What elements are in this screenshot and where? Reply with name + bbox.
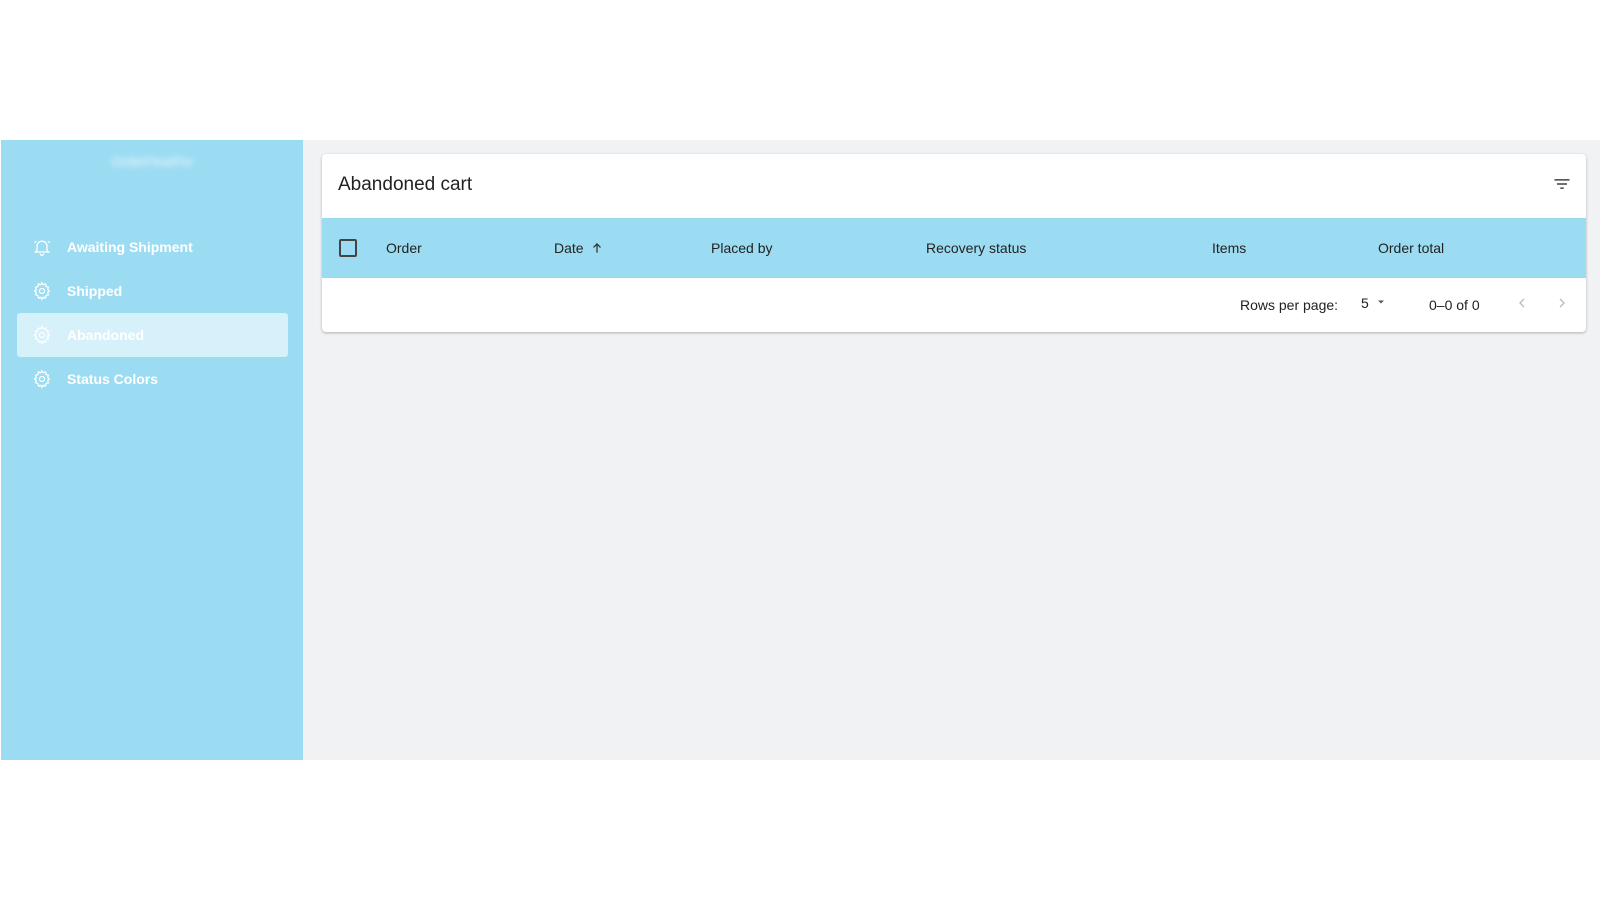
- app-window: OrderFlowPro Awaiting Shipment Shipped A…: [1, 140, 1600, 760]
- arrow-up-icon: [590, 241, 604, 255]
- sidebar-item-label: Abandoned: [67, 327, 144, 343]
- page-title: Abandoned cart: [338, 174, 473, 195]
- main-content: Abandoned cart Order Date Placed by Reco…: [303, 140, 1600, 760]
- column-header-placed-by[interactable]: Placed by: [711, 218, 772, 278]
- sidebar-item-shipped[interactable]: Shipped: [17, 269, 288, 313]
- gear-icon: [32, 369, 52, 389]
- select-all-checkbox[interactable]: [339, 239, 357, 257]
- sidebar-item-awaiting-shipment[interactable]: Awaiting Shipment: [17, 225, 288, 269]
- sidebar-item-label: Shipped: [67, 283, 123, 299]
- filter-button[interactable]: [1550, 174, 1574, 198]
- chevron-right-icon: [1554, 295, 1570, 314]
- gear-icon: [32, 325, 52, 345]
- filter-list-icon: [1552, 174, 1572, 199]
- pagination-range: 0–0 of 0: [1429, 297, 1480, 313]
- brand-logo: OrderFlowPro: [111, 154, 193, 169]
- sidebar-nav: Awaiting Shipment Shipped Abandoned Stat…: [17, 225, 288, 401]
- table-header: Order Date Placed by Recovery status Ite…: [322, 218, 1586, 278]
- caret-down-icon: [1375, 295, 1387, 311]
- column-header-label: Date: [554, 240, 584, 256]
- column-header-recovery-status[interactable]: Recovery status: [926, 218, 1026, 278]
- column-header-items[interactable]: Items: [1212, 218, 1246, 278]
- card-header: Abandoned cart: [322, 154, 1586, 218]
- sidebar-item-abandoned[interactable]: Abandoned: [17, 313, 288, 357]
- sidebar-item-status-colors[interactable]: Status Colors: [17, 357, 288, 401]
- column-header-order-total[interactable]: Order total: [1378, 218, 1444, 278]
- rows-per-page-select[interactable]: 5: [1361, 295, 1393, 311]
- previous-page-button[interactable]: [1510, 292, 1534, 316]
- gear-icon: [32, 281, 52, 301]
- sidebar-item-label: Awaiting Shipment: [67, 239, 193, 255]
- chevron-left-icon: [1514, 295, 1530, 314]
- bell-icon: [32, 237, 52, 257]
- next-page-button[interactable]: [1550, 292, 1574, 316]
- rows-per-page-value: 5: [1361, 295, 1369, 311]
- sidebar: OrderFlowPro Awaiting Shipment Shipped A…: [1, 140, 303, 760]
- rows-per-page-label: Rows per page:: [1240, 297, 1339, 313]
- sidebar-item-label: Status Colors: [67, 371, 159, 387]
- abandoned-cart-card: Abandoned cart Order Date Placed by Reco…: [322, 154, 1586, 332]
- table-pagination: Rows per page: 5 0–0 of 0: [322, 278, 1586, 332]
- column-header-date[interactable]: Date: [554, 218, 604, 278]
- column-header-order[interactable]: Order: [386, 218, 422, 278]
